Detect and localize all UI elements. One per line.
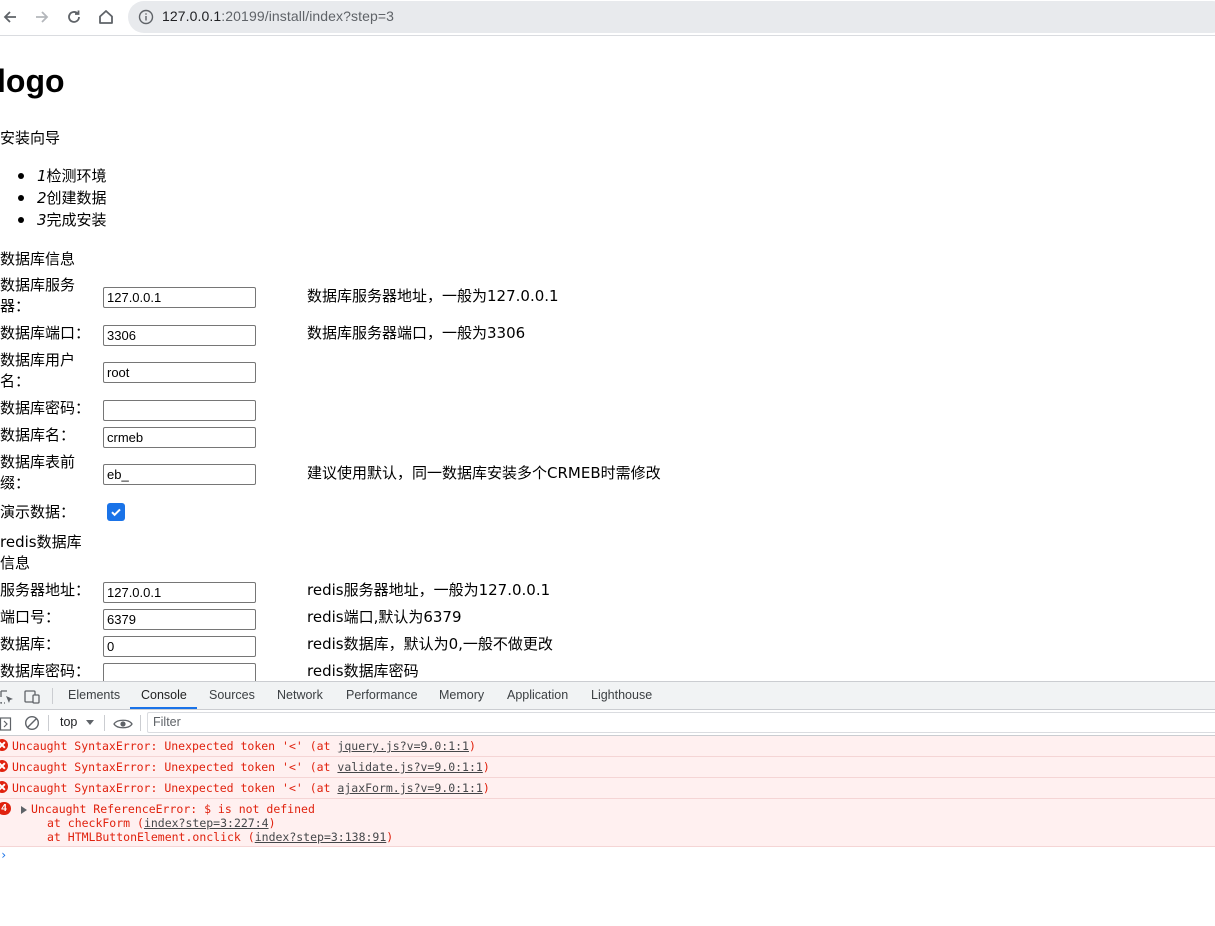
redis-server-hint: redis服务器地址，一般为127.0.0.1 [307, 581, 551, 599]
db-server-hint: 数据库服务器地址，一般为127.0.0.1 [307, 287, 559, 305]
step-item: 1检测环境 [16, 165, 107, 187]
console-error-group[interactable]: 4 Uncaught ReferenceError: $ is not defi… [0, 799, 1215, 847]
error-message-end: ) [468, 739, 476, 753]
error-message: Uncaught SyntaxError: Unexpected token '… [12, 760, 338, 774]
toolbar-divider [104, 715, 105, 731]
db-user-input[interactable]: root [103, 362, 256, 383]
url-text: 127.0.0.1:20199/install/index?step=3 [162, 8, 395, 24]
source-link[interactable]: index?step=3:138:91 [255, 830, 387, 844]
demo-data-checkbox[interactable] [107, 503, 125, 521]
chevron-down-icon [86, 720, 94, 725]
redis-port-hint: redis端口,默认为6379 [307, 608, 462, 626]
redis-section-title: redis数据库信息 [0, 533, 82, 572]
redis-port-input[interactable]: 6379 [103, 609, 256, 630]
error-message: Uncaught SyntaxError: Unexpected token '… [12, 739, 338, 753]
inspect-element-icon[interactable] [0, 689, 14, 708]
db-name-input[interactable]: crmeb [103, 427, 256, 448]
db-password-input[interactable] [103, 400, 256, 421]
arrow-left-icon [3, 11, 16, 23]
db-user-label: 数据库用户名： [0, 351, 76, 390]
db-prefix-label: 数据库表前缀： [0, 453, 76, 492]
db-server-label: 数据库服务器： [0, 276, 76, 315]
db-port-input[interactable]: 3306 [103, 325, 256, 346]
db-prefix-input[interactable]: eb_ [103, 464, 256, 485]
db-port-label: 数据库端口： [0, 324, 91, 342]
source-link[interactable]: ajaxForm.js?v=9.0:1:1 [337, 781, 482, 795]
back-button[interactable] [0, 5, 22, 29]
live-expression-eye-icon[interactable] [113, 716, 133, 735]
db-name-label: 数据库名： [0, 426, 76, 444]
redis-db-label: 数据库： [0, 635, 61, 653]
toolbar-divider [52, 688, 53, 704]
stack-frame: at HTMLButtonElement.onclick (index?step… [47, 830, 394, 844]
redis-db-hint: redis数据库，默认为0,一般不做更改 [307, 635, 553, 653]
devtools-tabbar: Elements Console Sources Network Perform… [0, 682, 1215, 710]
db-server-input[interactable]: 127.0.0.1 [103, 287, 256, 308]
tab-lighthouse[interactable]: Lighthouse [591, 688, 652, 702]
reload-button[interactable] [62, 5, 86, 29]
address-bar[interactable]: 127.0.0.1:20199/install/index?step=3 [128, 1, 1215, 33]
step-item: 2创建数据 [16, 187, 107, 209]
error-icon [0, 739, 8, 751]
forward-button[interactable] [30, 5, 54, 29]
context-selector[interactable]: top [60, 715, 77, 729]
error-message-end: ) [482, 781, 490, 795]
error-message-end: ) [482, 760, 490, 774]
sidebar-toggle-icon[interactable] [0, 716, 12, 735]
redis-password-label: 数据库密码： [0, 662, 91, 680]
info-icon[interactable] [138, 9, 154, 29]
logo-heading: logo [0, 63, 65, 99]
stack-frame: at checkForm (index?step=3:227:4) [47, 816, 276, 830]
redis-password-hint: redis数据库密码 [307, 662, 419, 680]
install-guide-title: 安装向导 [0, 129, 61, 147]
tab-sources[interactable]: Sources [209, 688, 255, 702]
checkmark-icon [111, 508, 121, 517]
redis-password-input[interactable] [103, 663, 256, 681]
error-message: Uncaught SyntaxError: Unexpected token '… [12, 781, 338, 795]
source-link[interactable]: index?step=3:227:4 [144, 816, 269, 830]
db-prefix-hint: 建议使用默认，同一数据库安装多个CRMEB时需修改 [307, 464, 661, 482]
db-section-title: 数据库信息 [0, 250, 76, 268]
redis-db-input[interactable]: 0 [103, 636, 256, 657]
expand-triangle-icon[interactable] [21, 806, 27, 814]
toolbar-divider [140, 715, 141, 731]
active-tab-indicator [130, 707, 197, 709]
tab-console[interactable]: Console [141, 688, 187, 702]
home-icon [99, 10, 113, 24]
tab-elements[interactable]: Elements [68, 688, 120, 702]
tab-application[interactable]: Application [507, 688, 568, 702]
source-link[interactable]: validate.js?v=9.0:1:1 [337, 760, 482, 774]
device-toolbar-icon[interactable] [24, 689, 40, 708]
tab-network[interactable]: Network [277, 688, 323, 702]
step-item: 3完成安装 [16, 209, 107, 231]
tab-performance[interactable]: Performance [346, 688, 418, 702]
console-error-row: Uncaught SyntaxError: Unexpected token '… [0, 736, 1215, 757]
redis-port-label: 端口号： [0, 608, 61, 626]
error-icon [0, 781, 8, 793]
demo-data-label: 演示数据： [0, 503, 76, 521]
console-toolbar: top Filter [0, 710, 1215, 736]
redis-server-label: 服务器地址： [0, 581, 91, 599]
console-error-row: Uncaught SyntaxError: Unexpected token '… [0, 778, 1215, 799]
arrow-right-icon [36, 11, 49, 23]
toolbar-divider [48, 715, 49, 731]
page-content: logo 安装向导 1检测环境 2创建数据 3完成安装 数据库信息 数据库服务器… [0, 37, 1215, 681]
error-count-badge: 4 [0, 802, 11, 815]
error-message: Uncaught ReferenceError: $ is not define… [31, 802, 315, 816]
reload-icon [68, 10, 80, 23]
home-button[interactable] [94, 5, 118, 29]
devtools-panel: Elements Console Sources Network Perform… [0, 681, 1215, 926]
redis-server-input[interactable]: 127.0.0.1 [103, 582, 256, 603]
console-error-row: Uncaught SyntaxError: Unexpected token '… [0, 757, 1215, 778]
browser-toolbar: 127.0.0.1:20199/install/index?step=3 [0, 0, 1215, 36]
clear-console-icon[interactable] [24, 715, 40, 735]
db-password-label: 数据库密码： [0, 399, 91, 417]
console-prompt[interactable]: › [0, 848, 7, 862]
tab-memory[interactable]: Memory [439, 688, 484, 702]
console-filter-input[interactable]: Filter [147, 712, 1215, 733]
source-link[interactable]: jquery.js?v=9.0:1:1 [337, 739, 469, 753]
error-icon [0, 760, 8, 772]
install-steps: 1检测环境 2创建数据 3完成安装 [16, 165, 107, 231]
db-port-hint: 数据库服务器端口，一般为3306 [307, 324, 526, 342]
